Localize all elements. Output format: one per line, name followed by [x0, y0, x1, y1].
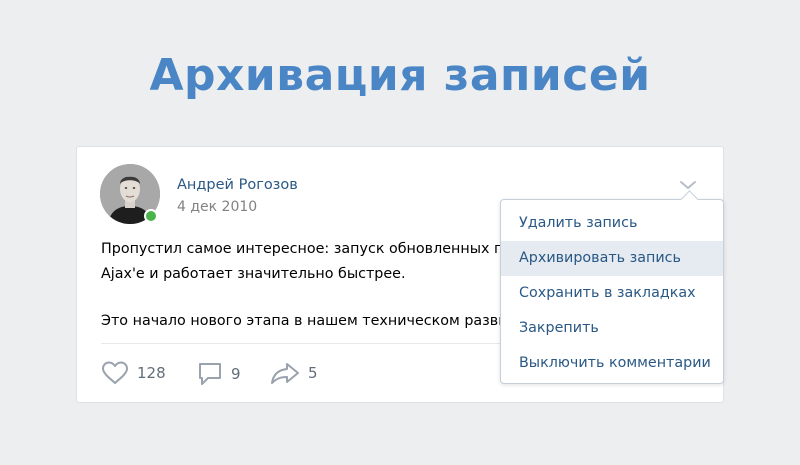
- online-indicator: [144, 209, 158, 223]
- post-date[interactable]: 4 дек 2010: [177, 199, 257, 215]
- post-author[interactable]: Андрей Рогозов: [177, 177, 298, 193]
- comment-icon: [199, 363, 221, 385]
- post-actions-menu: Удалить запись Архивировать запись Сохра…: [500, 199, 724, 384]
- like-count: 128: [137, 364, 166, 382]
- menu-item-disable-comments[interactable]: Выключить комментарии: [501, 346, 723, 381]
- post-text-line: [101, 287, 521, 309]
- post-text-line: Пропустил самое интересное: запуск обнов…: [101, 241, 504, 257]
- heart-icon: [102, 361, 128, 384]
- menu-item-pin[interactable]: Закрепить: [501, 311, 723, 346]
- comment-count: 9: [231, 365, 241, 383]
- post-text: Пропустил самое интересное: запуск обнов…: [101, 237, 521, 334]
- chevron-down-icon[interactable]: [678, 177, 698, 191]
- like-button[interactable]: 128: [101, 361, 166, 385]
- share-button[interactable]: 5: [270, 361, 318, 385]
- share-icon: [271, 363, 299, 384]
- menu-item-bookmark[interactable]: Сохранить в закладках: [501, 276, 723, 311]
- divider: [101, 343, 501, 344]
- menu-item-archive[interactable]: Архивировать запись: [501, 241, 723, 276]
- post-text-line: Ajax'е и работает значительно быстрее.: [101, 266, 406, 282]
- share-count: 5: [308, 364, 318, 382]
- page-headline: Архивация записей: [149, 50, 651, 101]
- post-text-line: Это начало нового этапа в нашем техничес…: [101, 313, 508, 329]
- comment-button[interactable]: 9: [197, 361, 241, 387]
- menu-item-delete[interactable]: Удалить запись: [501, 206, 723, 241]
